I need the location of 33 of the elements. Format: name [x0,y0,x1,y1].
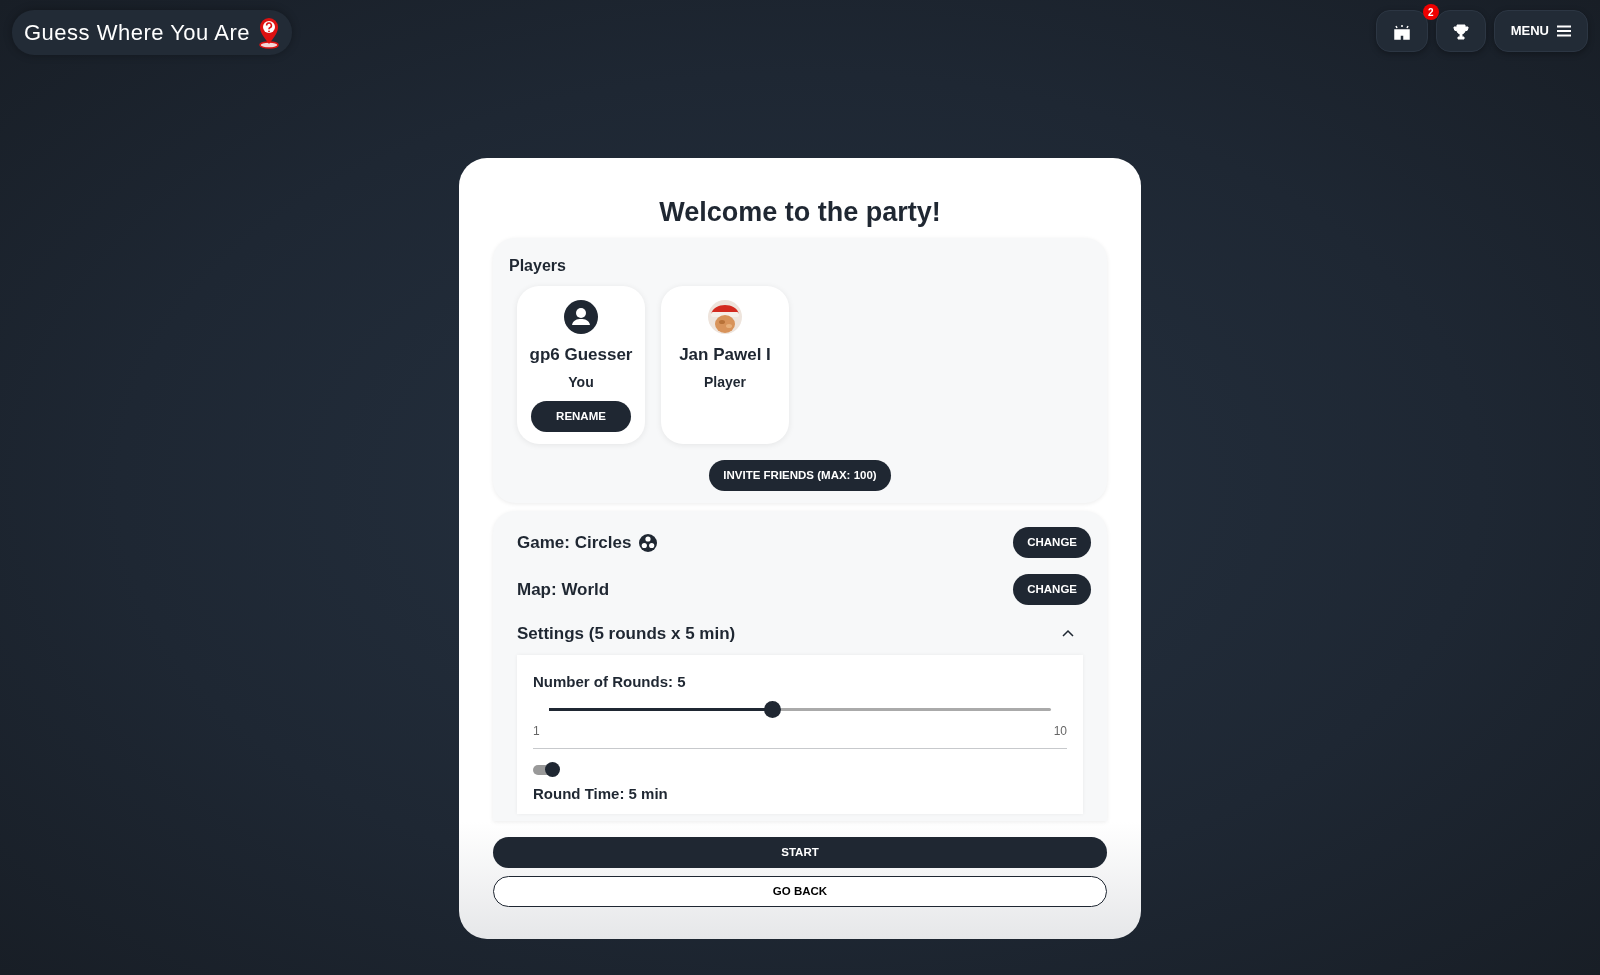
start-button[interactable]: START [493,837,1107,869]
option-label: Game: Circles [517,532,632,555]
stadium-button[interactable] [1375,10,1428,52]
menu-icon [1557,25,1571,37]
menu-button[interactable]: MENU [1493,10,1588,52]
section-title: Players [509,256,567,277]
player-name: gp6 Guesser [529,344,633,367]
go-back-button[interactable]: GO BACK [493,876,1107,908]
option-label: Map: World [517,579,610,602]
player-role: Player [703,372,746,392]
circles-icon [639,533,658,552]
stadium-icon [1392,23,1411,40]
slider-label: Number of Rounds: 5 [533,671,687,692]
player-role: You [568,372,594,392]
slider-thumb[interactable] [763,701,781,719]
trophy-icon [1452,23,1469,40]
settings-header: Settings (5 rounds x 5 min) [517,623,736,646]
trophy-button[interactable] [1435,10,1486,52]
slider-max-label: 10 [1053,723,1067,741]
time-label: Round Time: 5 min [533,784,669,805]
logo-text: Guess Where You Are [24,19,250,47]
change-button[interactable]: CHANGE [1013,527,1091,559]
change-button[interactable]: CHANGE [1013,574,1091,606]
card-title: Welcome to the party! [658,196,942,229]
timer-toggle[interactable] [533,765,559,776]
notification-badge: 2 [1422,4,1439,20]
rename-button[interactable]: RENAME [531,400,631,432]
slider-min-label: 1 [533,723,540,741]
player-name: Jan Pawel I [679,344,771,367]
invite-button[interactable]: INVITE FRIENDS (MAX: 100) [709,460,891,492]
user-avatar-icon [564,300,598,335]
location-pin-icon [257,16,280,49]
logo[interactable]: Guess Where You Are [12,10,292,55]
